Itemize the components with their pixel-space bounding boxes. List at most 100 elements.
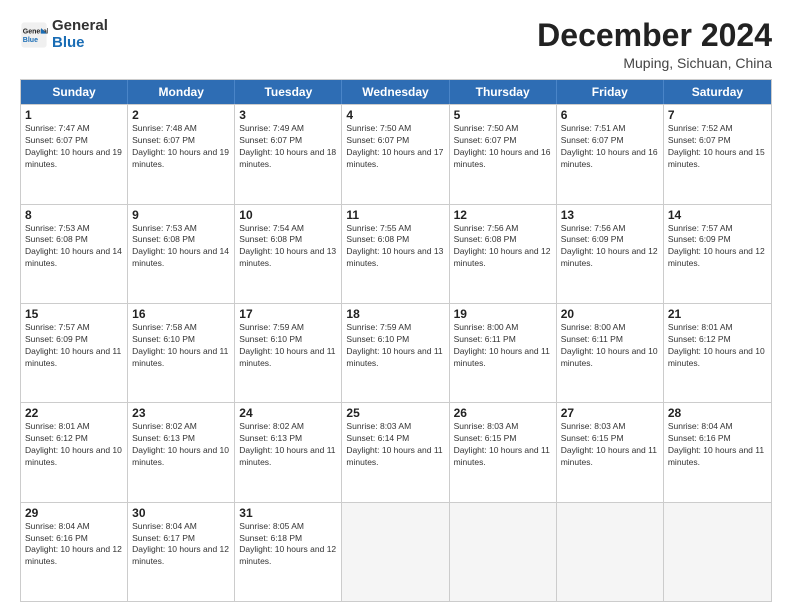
day-number: 3: [239, 108, 337, 122]
calendar-cell: 9 Sunrise: 7:53 AM Sunset: 6:08 PM Dayli…: [128, 205, 235, 303]
calendar-cell: 15 Sunrise: 7:57 AM Sunset: 6:09 PM Dayl…: [21, 304, 128, 402]
location: Muping, Sichuan, China: [537, 55, 772, 71]
calendar-cell: 2 Sunrise: 7:48 AM Sunset: 6:07 PM Dayli…: [128, 105, 235, 203]
calendar-cell: 8 Sunrise: 7:53 AM Sunset: 6:08 PM Dayli…: [21, 205, 128, 303]
calendar-cell: 10 Sunrise: 7:54 AM Sunset: 6:08 PM Dayl…: [235, 205, 342, 303]
calendar-cell: 4 Sunrise: 7:50 AM Sunset: 6:07 PM Dayli…: [342, 105, 449, 203]
cell-info: Sunrise: 8:03 AM Sunset: 6:15 PM Dayligh…: [454, 421, 552, 469]
day-number: 5: [454, 108, 552, 122]
calendar-cell: 5 Sunrise: 7:50 AM Sunset: 6:07 PM Dayli…: [450, 105, 557, 203]
calendar-cell: 1 Sunrise: 7:47 AM Sunset: 6:07 PM Dayli…: [21, 105, 128, 203]
header-tuesday: Tuesday: [235, 80, 342, 104]
cell-info: Sunrise: 7:52 AM Sunset: 6:07 PM Dayligh…: [668, 123, 767, 171]
cell-info: Sunrise: 7:48 AM Sunset: 6:07 PM Dayligh…: [132, 123, 230, 171]
cell-info: Sunrise: 8:04 AM Sunset: 6:16 PM Dayligh…: [668, 421, 767, 469]
calendar-cell: 31 Sunrise: 8:05 AM Sunset: 6:18 PM Dayl…: [235, 503, 342, 601]
day-number: 24: [239, 406, 337, 420]
cell-info: Sunrise: 7:58 AM Sunset: 6:10 PM Dayligh…: [132, 322, 230, 370]
cell-info: Sunrise: 7:55 AM Sunset: 6:08 PM Dayligh…: [346, 223, 444, 271]
calendar-cell: 16 Sunrise: 7:58 AM Sunset: 6:10 PM Dayl…: [128, 304, 235, 402]
calendar-cell: 17 Sunrise: 7:59 AM Sunset: 6:10 PM Dayl…: [235, 304, 342, 402]
day-number: 12: [454, 208, 552, 222]
calendar-cell: 30 Sunrise: 8:04 AM Sunset: 6:17 PM Dayl…: [128, 503, 235, 601]
calendar-cell: [450, 503, 557, 601]
calendar: Sunday Monday Tuesday Wednesday Thursday…: [20, 79, 772, 602]
day-number: 19: [454, 307, 552, 321]
cell-info: Sunrise: 7:51 AM Sunset: 6:07 PM Dayligh…: [561, 123, 659, 171]
cell-info: Sunrise: 7:56 AM Sunset: 6:08 PM Dayligh…: [454, 223, 552, 271]
day-number: 7: [668, 108, 767, 122]
day-number: 23: [132, 406, 230, 420]
header-saturday: Saturday: [664, 80, 771, 104]
calendar-cell: 18 Sunrise: 7:59 AM Sunset: 6:10 PM Dayl…: [342, 304, 449, 402]
cell-info: Sunrise: 8:03 AM Sunset: 6:14 PM Dayligh…: [346, 421, 444, 469]
calendar-cell: 25 Sunrise: 8:03 AM Sunset: 6:14 PM Dayl…: [342, 403, 449, 501]
day-number: 25: [346, 406, 444, 420]
calendar-cell: 23 Sunrise: 8:02 AM Sunset: 6:13 PM Dayl…: [128, 403, 235, 501]
day-number: 1: [25, 108, 123, 122]
day-number: 31: [239, 506, 337, 520]
cell-info: Sunrise: 7:50 AM Sunset: 6:07 PM Dayligh…: [454, 123, 552, 171]
calendar-cell: 29 Sunrise: 8:04 AM Sunset: 6:16 PM Dayl…: [21, 503, 128, 601]
cell-info: Sunrise: 7:54 AM Sunset: 6:08 PM Dayligh…: [239, 223, 337, 271]
day-number: 2: [132, 108, 230, 122]
svg-text:Blue: Blue: [23, 37, 38, 44]
header-sunday: Sunday: [21, 80, 128, 104]
title-block: December 2024 Muping, Sichuan, China: [537, 18, 772, 71]
cell-info: Sunrise: 8:03 AM Sunset: 6:15 PM Dayligh…: [561, 421, 659, 469]
calendar-cell: 26 Sunrise: 8:03 AM Sunset: 6:15 PM Dayl…: [450, 403, 557, 501]
day-number: 30: [132, 506, 230, 520]
day-number: 11: [346, 208, 444, 222]
cell-info: Sunrise: 7:49 AM Sunset: 6:07 PM Dayligh…: [239, 123, 337, 171]
calendar-cell: [664, 503, 771, 601]
cell-info: Sunrise: 8:02 AM Sunset: 6:13 PM Dayligh…: [132, 421, 230, 469]
calendar-cell: 11 Sunrise: 7:55 AM Sunset: 6:08 PM Dayl…: [342, 205, 449, 303]
calendar-cell: 20 Sunrise: 8:00 AM Sunset: 6:11 PM Dayl…: [557, 304, 664, 402]
header-thursday: Thursday: [450, 80, 557, 104]
day-number: 21: [668, 307, 767, 321]
header-monday: Monday: [128, 80, 235, 104]
cell-info: Sunrise: 8:04 AM Sunset: 6:17 PM Dayligh…: [132, 521, 230, 569]
day-number: 28: [668, 406, 767, 420]
day-number: 9: [132, 208, 230, 222]
calendar-week-1: 1 Sunrise: 7:47 AM Sunset: 6:07 PM Dayli…: [21, 104, 771, 203]
cell-info: Sunrise: 8:05 AM Sunset: 6:18 PM Dayligh…: [239, 521, 337, 569]
logo-icon: General Blue: [20, 21, 48, 49]
calendar-header: Sunday Monday Tuesday Wednesday Thursday…: [21, 80, 771, 104]
day-number: 14: [668, 208, 767, 222]
cell-info: Sunrise: 7:59 AM Sunset: 6:10 PM Dayligh…: [239, 322, 337, 370]
calendar-week-5: 29 Sunrise: 8:04 AM Sunset: 6:16 PM Dayl…: [21, 502, 771, 601]
calendar-cell: [342, 503, 449, 601]
cell-info: Sunrise: 8:02 AM Sunset: 6:13 PM Dayligh…: [239, 421, 337, 469]
cell-info: Sunrise: 7:53 AM Sunset: 6:08 PM Dayligh…: [25, 223, 123, 271]
day-number: 15: [25, 307, 123, 321]
cell-info: Sunrise: 7:57 AM Sunset: 6:09 PM Dayligh…: [25, 322, 123, 370]
calendar-cell: 27 Sunrise: 8:03 AM Sunset: 6:15 PM Dayl…: [557, 403, 664, 501]
calendar-cell: 13 Sunrise: 7:56 AM Sunset: 6:09 PM Dayl…: [557, 205, 664, 303]
calendar-cell: [557, 503, 664, 601]
day-number: 8: [25, 208, 123, 222]
cell-info: Sunrise: 7:59 AM Sunset: 6:10 PM Dayligh…: [346, 322, 444, 370]
logo: General Blue General Blue: [20, 18, 108, 51]
header-friday: Friday: [557, 80, 664, 104]
calendar-cell: 14 Sunrise: 7:57 AM Sunset: 6:09 PM Dayl…: [664, 205, 771, 303]
cell-info: Sunrise: 7:47 AM Sunset: 6:07 PM Dayligh…: [25, 123, 123, 171]
calendar-cell: 6 Sunrise: 7:51 AM Sunset: 6:07 PM Dayli…: [557, 105, 664, 203]
calendar-week-2: 8 Sunrise: 7:53 AM Sunset: 6:08 PM Dayli…: [21, 204, 771, 303]
day-number: 10: [239, 208, 337, 222]
calendar-cell: 12 Sunrise: 7:56 AM Sunset: 6:08 PM Dayl…: [450, 205, 557, 303]
cell-info: Sunrise: 8:00 AM Sunset: 6:11 PM Dayligh…: [561, 322, 659, 370]
cell-info: Sunrise: 7:56 AM Sunset: 6:09 PM Dayligh…: [561, 223, 659, 271]
calendar-cell: 3 Sunrise: 7:49 AM Sunset: 6:07 PM Dayli…: [235, 105, 342, 203]
cell-info: Sunrise: 7:57 AM Sunset: 6:09 PM Dayligh…: [668, 223, 767, 271]
month-title: December 2024: [537, 18, 772, 53]
calendar-week-4: 22 Sunrise: 8:01 AM Sunset: 6:12 PM Dayl…: [21, 402, 771, 501]
cell-info: Sunrise: 8:01 AM Sunset: 6:12 PM Dayligh…: [25, 421, 123, 469]
logo-text: General Blue: [52, 18, 108, 51]
calendar-cell: 24 Sunrise: 8:02 AM Sunset: 6:13 PM Dayl…: [235, 403, 342, 501]
day-number: 29: [25, 506, 123, 520]
header: General Blue General Blue December 2024 …: [20, 18, 772, 71]
day-number: 18: [346, 307, 444, 321]
cell-info: Sunrise: 8:00 AM Sunset: 6:11 PM Dayligh…: [454, 322, 552, 370]
page: General Blue General Blue December 2024 …: [0, 0, 792, 612]
